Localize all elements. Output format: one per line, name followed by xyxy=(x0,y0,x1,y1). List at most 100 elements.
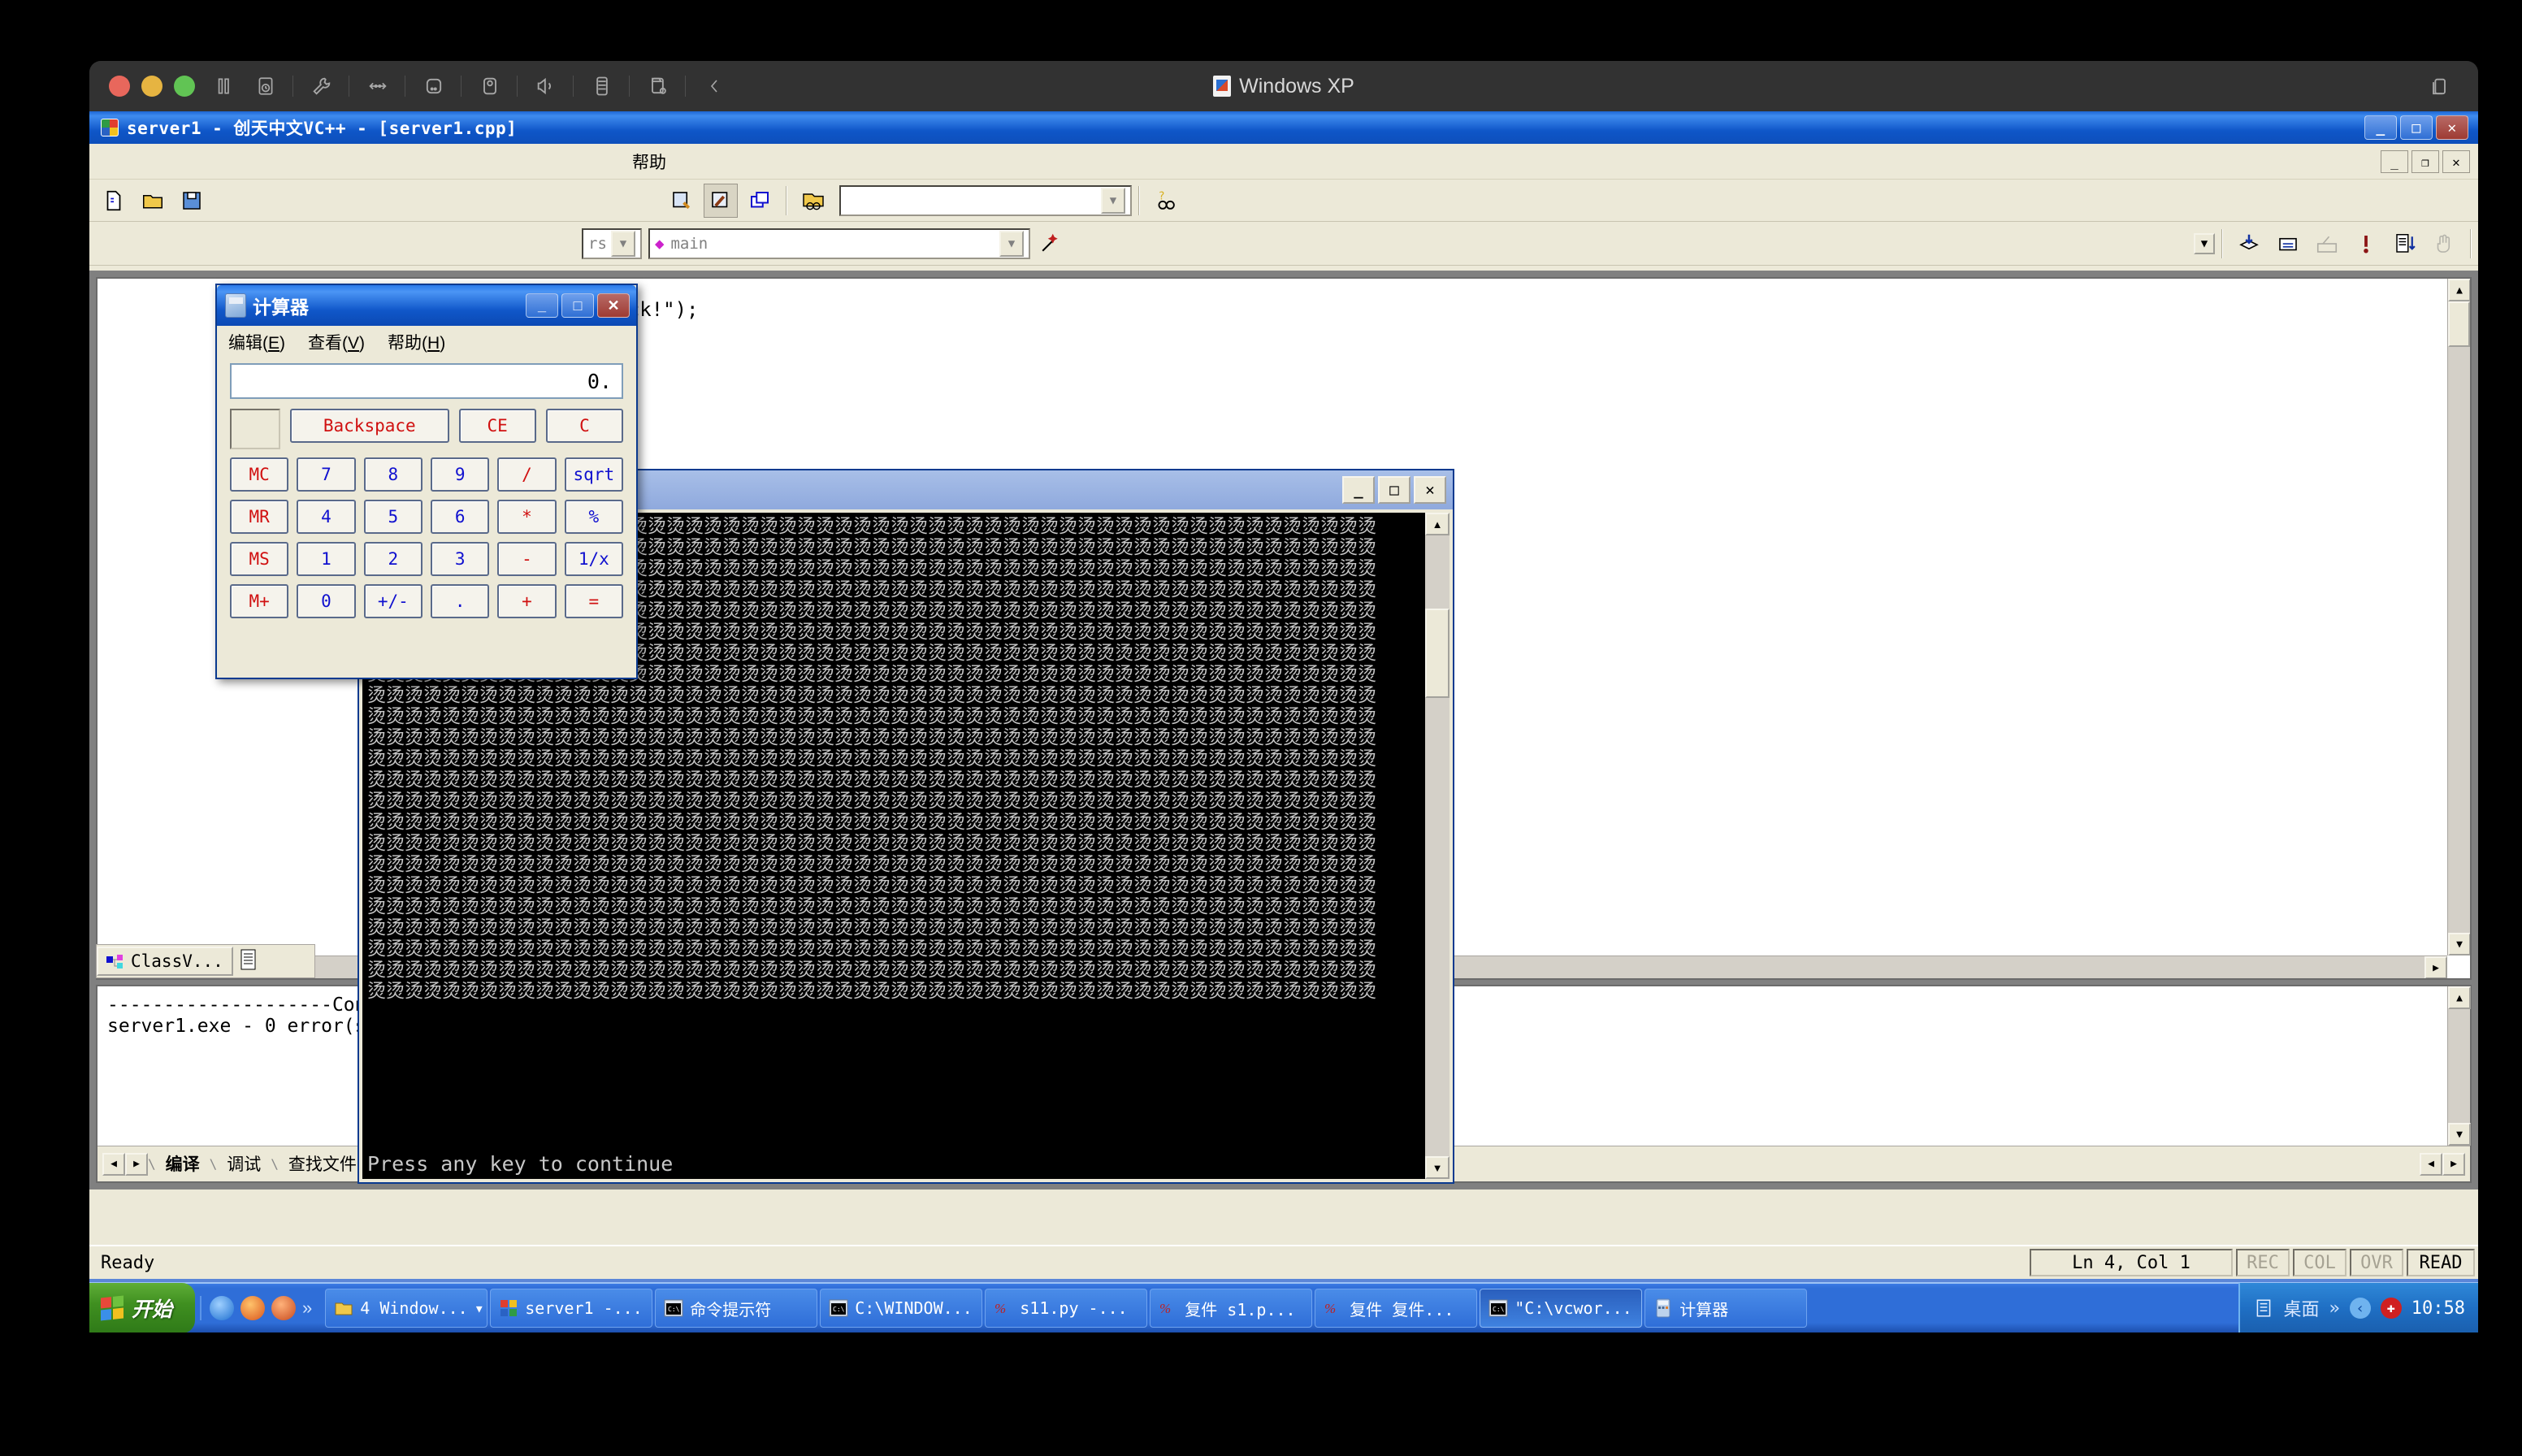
taskbar-button[interactable]: 计算器 xyxy=(1644,1289,1808,1328)
calculator-key-m[interactable]: M+ xyxy=(230,584,289,618)
chevron-down-icon[interactable]: ▼ xyxy=(999,230,1024,257)
calculator-key-6[interactable]: 6 xyxy=(431,500,490,534)
menu-item-edit[interactable]: 编辑(E) xyxy=(228,330,285,354)
minimize-window-button[interactable] xyxy=(141,76,162,97)
calculator-key-[interactable]: * xyxy=(497,500,557,534)
chevron-down-icon[interactable]: ▼ xyxy=(1101,187,1125,214)
scroll-down-icon[interactable]: ▼ xyxy=(1425,1156,1450,1179)
output-scroll-right-icon[interactable]: ▶ xyxy=(2442,1152,2465,1176)
calculator-key-[interactable]: . xyxy=(431,584,490,618)
full-screen-icon[interactable] xyxy=(2428,76,2450,98)
menu-item-help[interactable]: 帮助 xyxy=(632,150,666,174)
chevron-down-icon[interactable]: ▼ xyxy=(2194,232,2215,254)
mdi-minimize-button[interactable]: _ xyxy=(2381,150,2408,173)
class-combo[interactable]: rs ▼ xyxy=(582,228,642,259)
tab-scroll-right-icon[interactable]: ▶ xyxy=(125,1152,148,1176)
scroll-thumb[interactable] xyxy=(1425,609,1450,698)
tab-scroll-left-icon[interactable]: ◀ xyxy=(102,1152,125,1176)
calculator-backspace-button[interactable]: Backspace xyxy=(290,409,449,443)
console-vertical-scrollbar[interactable]: ▲ ▼ xyxy=(1425,513,1450,1179)
sound-icon[interactable] xyxy=(532,72,560,100)
scroll-up-icon[interactable]: ▲ xyxy=(1425,513,1450,535)
taskbar-button[interactable]: C:\ "C:\vcwor... xyxy=(1480,1289,1643,1328)
calculator-key-4[interactable]: 4 xyxy=(297,500,356,534)
ie-icon[interactable] xyxy=(210,1296,235,1320)
calculator-key-[interactable]: % xyxy=(564,500,623,534)
window-icon[interactable] xyxy=(743,184,777,218)
zoom-window-button[interactable] xyxy=(174,76,195,97)
taskbar-button[interactable]: % 复件 s1.p... xyxy=(1150,1289,1313,1328)
chevron-left-icon[interactable]: ‹ xyxy=(2349,1298,2371,1319)
new-file-icon[interactable] xyxy=(97,184,131,218)
chevron-right-icon[interactable]: » xyxy=(302,1298,312,1319)
exclamation-icon[interactable] xyxy=(2349,227,2383,261)
tab-fileview-icon[interactable] xyxy=(240,949,258,973)
calculator-key-8[interactable]: 8 xyxy=(363,457,422,492)
calculator-key-3[interactable]: 3 xyxy=(431,542,490,576)
calculator-close-button[interactable]: ✕ xyxy=(597,293,630,318)
calculator-key-sqrt[interactable]: sqrt xyxy=(564,457,623,492)
usb-icon[interactable] xyxy=(588,72,616,100)
chevron-right-icon[interactable]: » xyxy=(2329,1298,2340,1319)
vc-restore-button[interactable]: □ xyxy=(2400,115,2433,140)
scroll-right-icon[interactable]: ▶ xyxy=(2424,956,2447,978)
chevron-down-icon[interactable]: ▾ xyxy=(474,1298,484,1318)
console-minimize-button[interactable]: _ xyxy=(1342,476,1375,504)
calculator-key-9[interactable]: 9 xyxy=(431,457,490,492)
pause-icon[interactable] xyxy=(210,72,237,100)
calculator-key-[interactable]: +/- xyxy=(363,584,422,618)
compile-icon[interactable] xyxy=(665,184,699,218)
chevron-down-icon[interactable]: ▼ xyxy=(611,230,635,257)
taskbar-button[interactable]: C:\ C:\WINDOW... xyxy=(820,1289,983,1328)
calculator-c-button[interactable]: C xyxy=(545,409,623,443)
search-icon[interactable]: ? xyxy=(1149,184,1183,218)
taskbar-button[interactable]: C:\ 命令提示符 xyxy=(655,1289,818,1328)
calculator-key-mr[interactable]: MR xyxy=(230,500,289,534)
member-combo[interactable]: ◆ main ▼ xyxy=(648,228,1030,259)
calculator-key-1[interactable]: 1 xyxy=(297,542,356,576)
mdi-restore-button[interactable]: ❐ xyxy=(2412,150,2439,173)
calculator-key-mc[interactable]: MC xyxy=(230,457,289,492)
firefox-icon[interactable] xyxy=(240,1296,266,1320)
harddisk-icon[interactable] xyxy=(420,72,448,100)
calculator-key-2[interactable]: 2 xyxy=(363,542,422,576)
console-close-button[interactable]: ✕ xyxy=(1414,476,1446,504)
editor-vertical-scrollbar[interactable]: ▲ ▼ xyxy=(2447,279,2470,956)
clock[interactable]: 10:58 xyxy=(2412,1298,2465,1319)
scroll-up-icon[interactable]: ▲ xyxy=(2448,279,2470,301)
menu-item-view[interactable]: 查看(V) xyxy=(308,330,365,354)
console-maximize-button[interactable]: □ xyxy=(1378,476,1410,504)
shared-folder-icon[interactable] xyxy=(644,72,672,100)
taskbar-button[interactable]: % 复件 复件... xyxy=(1315,1289,1478,1328)
find-in-files-icon[interactable] xyxy=(796,184,830,218)
output-tab-debug[interactable]: 调试 xyxy=(217,1147,271,1181)
calculator-ce-button[interactable]: CE xyxy=(458,409,536,443)
calculator-key-7[interactable]: 7 xyxy=(297,457,356,492)
menu-item-help[interactable]: 帮助(H) xyxy=(388,330,445,354)
calculator-key-[interactable]: = xyxy=(564,584,623,618)
open-icon[interactable] xyxy=(136,184,170,218)
insert-breakpoint-icon[interactable] xyxy=(2232,227,2266,261)
calculator-key-[interactable]: + xyxy=(497,584,557,618)
calculator-key-[interactable]: - xyxy=(497,542,557,576)
list-icon[interactable] xyxy=(2388,227,2422,261)
find-combo[interactable]: ▼ xyxy=(839,184,1132,216)
media-icon[interactable] xyxy=(271,1296,297,1320)
output-vertical-scrollbar[interactable]: ▲ ▼ xyxy=(2447,986,2471,1146)
calculator-minimize-button[interactable]: _ xyxy=(526,293,558,318)
close-window-button[interactable] xyxy=(109,76,130,97)
vc-minimize-button[interactable]: _ xyxy=(2364,115,2397,140)
taskbar-button[interactable]: server1 -... xyxy=(490,1289,653,1328)
antivirus-icon[interactable]: ✚ xyxy=(2380,1298,2402,1319)
save-icon[interactable] xyxy=(175,184,209,218)
build-icon[interactable] xyxy=(704,183,738,218)
mdi-close-button[interactable]: ✕ xyxy=(2442,150,2470,173)
magic-wand-icon[interactable] xyxy=(1033,227,1067,261)
chevron-left-icon[interactable] xyxy=(700,72,728,100)
tray-desktop-label[interactable]: 桌面 xyxy=(2284,1295,2320,1321)
scroll-down-icon[interactable]: ▼ xyxy=(2448,1123,2471,1146)
network-icon[interactable] xyxy=(364,72,392,100)
output-tab-build[interactable]: 编译 xyxy=(156,1147,210,1181)
taskbar-button[interactable]: 4 Window... ▾ xyxy=(325,1289,488,1328)
vc-close-button[interactable]: ✕ xyxy=(2436,115,2468,140)
